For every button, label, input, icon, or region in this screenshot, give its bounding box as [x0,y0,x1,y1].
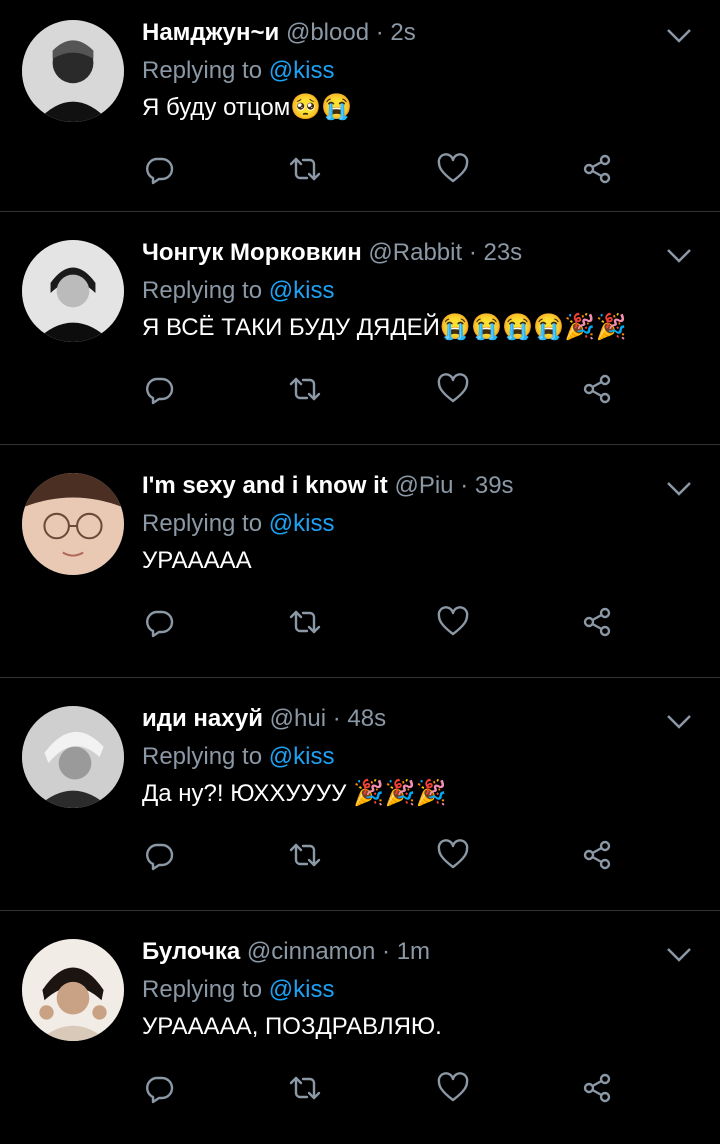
mention-link[interactable]: @kiss [269,277,335,304]
reply-icon[interactable] [142,838,176,872]
tweet-text: Я буду отцом🥺😭 [142,90,353,125]
reply-icon[interactable] [142,152,176,186]
avatar[interactable] [22,473,124,575]
timestamp: · 23s [468,239,523,266]
username[interactable]: @cinnamon [247,938,375,965]
display-name[interactable]: иди нахуй [142,705,263,732]
tweet-body: Я ВСЁ ТАКИ БУДУ ДЯДЕЙ [142,314,440,341]
replying-to: Replying to @kiss [142,274,334,308]
display-name[interactable]: Булочка [142,938,240,965]
replying-label: Replying to [142,743,263,770]
emoji: 🥺😭 [290,93,353,121]
chevron-down-icon[interactable] [666,712,692,732]
avatar[interactable] [22,20,124,122]
share-icon[interactable] [580,838,614,872]
like-icon[interactable] [436,605,470,639]
retweet-icon[interactable] [288,605,322,639]
emoji: 😭😭😭😭🎉🎉 [439,313,627,341]
replying-to: Replying to @kiss [142,740,334,774]
username[interactable]: @hui [270,705,326,732]
emoji: 🎉🎉🎉 [346,779,447,807]
tweet-text: УРААААА, ПОЗДРАВЛЯЮ. [142,1009,442,1044]
like-icon[interactable] [436,152,470,186]
username[interactable]: @blood [286,19,369,46]
reply-icon[interactable] [142,372,176,406]
avatar[interactable] [22,706,124,808]
timestamp: · 48s [332,705,387,732]
chevron-down-icon[interactable] [666,246,692,266]
share-icon[interactable] [580,372,614,406]
tweet[interactable]: Намджун~и @blood · 2s Replying to @kiss … [0,0,720,212]
timestamp: · 1m [382,938,431,965]
replying-label: Replying to [142,277,263,304]
username[interactable]: @Piu [394,472,453,499]
share-icon[interactable] [580,1071,614,1105]
tweet[interactable]: иди нахуй @hui · 48s Replying to @kiss Д… [0,678,720,911]
tweet-text: Да ну?! ЮХХУУУУ 🎉🎉🎉 [142,776,447,811]
retweet-icon[interactable] [288,1071,322,1105]
like-icon[interactable] [436,1071,470,1105]
tweet-body: УРААААА [142,547,252,574]
tweet[interactable]: Булочка @cinnamon · 1m Replying to @kiss… [0,911,720,1144]
chevron-down-icon[interactable] [666,945,692,965]
like-icon[interactable] [436,372,470,406]
mention-link[interactable]: @kiss [269,57,335,84]
replying-to: Replying to @kiss [142,507,334,541]
display-name[interactable]: Чонгук Морковкин [142,239,362,266]
tweet-text: Я ВСЁ ТАКИ БУДУ ДЯДЕЙ😭😭😭😭🎉🎉 [142,310,627,345]
tweet-actions [142,152,622,192]
tweet-feed: Намджун~и @blood · 2s Replying to @kiss … [0,0,720,1144]
replying-label: Replying to [142,510,263,537]
timestamp: · 39s [460,472,514,499]
replying-label: Replying to [142,976,263,1003]
avatar[interactable] [22,939,124,1041]
tweet[interactable]: I'm sexy and i know it @Piu · 39s Replyi… [0,445,720,678]
chevron-down-icon[interactable] [666,26,692,46]
chevron-down-icon[interactable] [666,479,692,499]
tweet-body: Да ну?! ЮХХУУУУ [142,780,347,807]
mention-link[interactable]: @kiss [269,743,335,770]
replying-to: Replying to @kiss [142,973,334,1007]
retweet-icon[interactable] [288,838,322,872]
reply-icon[interactable] [142,1071,176,1105]
retweet-icon[interactable] [288,372,322,406]
replying-label: Replying to [142,57,263,84]
avatar[interactable] [22,240,124,342]
tweet-actions [142,605,622,645]
share-icon[interactable] [580,152,614,186]
timestamp: · 2s [375,19,416,46]
display-name[interactable]: I'm sexy and i know it [142,472,388,499]
mention-link[interactable]: @kiss [269,510,335,537]
display-name[interactable]: Намджун~и [142,19,279,46]
reply-icon[interactable] [142,605,176,639]
tweet-actions [142,838,622,878]
username[interactable]: @Rabbit [368,239,462,266]
like-icon[interactable] [436,838,470,872]
tweet-actions [142,1071,622,1111]
tweet-actions [142,372,622,412]
mention-link[interactable]: @kiss [269,976,335,1003]
tweet-body: Я буду отцом [142,94,291,121]
share-icon[interactable] [580,605,614,639]
tweet[interactable]: Чонгук Морковкин @Rabbit · 23s Replying … [0,212,720,445]
tweet-body: УРААААА, ПОЗДРАВЛЯЮ. [142,1013,442,1040]
replying-to: Replying to @kiss [142,54,334,88]
tweet-text: УРААААА [142,543,252,578]
retweet-icon[interactable] [288,152,322,186]
